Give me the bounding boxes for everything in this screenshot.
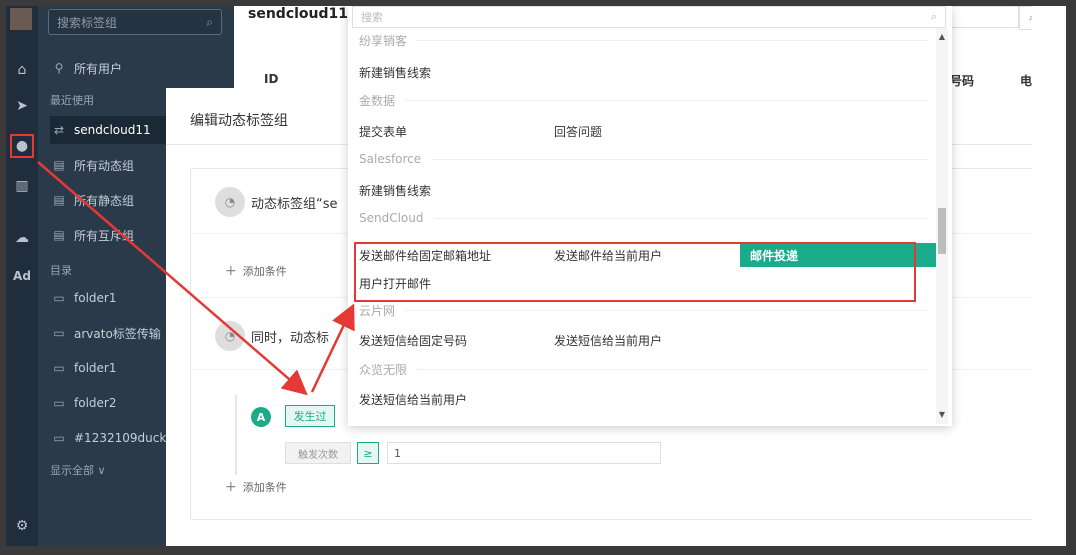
annotation-arrow-2	[310, 303, 355, 393]
annotation-arrows	[37, 161, 355, 396]
annotation-arrow-1	[37, 161, 308, 396]
